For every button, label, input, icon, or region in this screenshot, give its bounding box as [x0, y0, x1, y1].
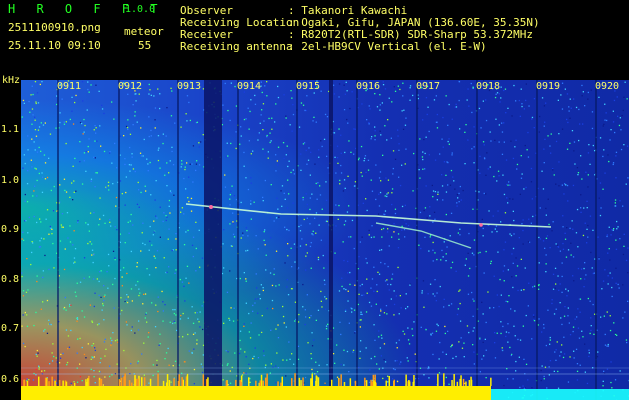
timestamp: 25.11.10 09:10 [8, 39, 101, 52]
signal-gap-band [204, 80, 222, 400]
time-tick-label: 0915 [296, 81, 321, 92]
time-tick-label: 0914 [237, 81, 262, 92]
frequency-tick-label: 0.6 [1, 374, 20, 385]
signal-gap-band [329, 80, 333, 400]
echo-trace-lower [375, 222, 472, 249]
file-name: 2511100910.png [8, 21, 101, 34]
time-tick-label: 0916 [356, 81, 381, 92]
time-tick-label: 0919 [536, 81, 561, 92]
meteor-label: meteor [124, 25, 164, 38]
spectrogram-plot [21, 80, 629, 400]
meteor-count: 55 [138, 39, 152, 52]
time-tick-label: 0920 [595, 81, 620, 92]
echo-trace-upper [185, 203, 552, 228]
spectrogram-canvas [21, 80, 629, 400]
time-tick-label: 0912 [118, 81, 143, 92]
frequency-tick-label: 1.1 [1, 124, 20, 135]
time-tick-label: 0911 [57, 81, 82, 92]
time-tick-label: 0918 [476, 81, 501, 92]
antenna-value: : 2el-HB9CV Vertical (el. E-W) [288, 40, 487, 53]
frequency-tick-label: 1.0 [1, 175, 20, 186]
frequency-unit-label: kHz [2, 75, 21, 86]
frequency-tick-label: 0.9 [1, 224, 20, 235]
time-tick-label: 0917 [416, 81, 441, 92]
echo-head [479, 223, 483, 227]
antenna-label: Receiving antenna [180, 40, 293, 53]
frequency-tick-label: 0.7 [1, 323, 20, 334]
echo-head [209, 205, 213, 209]
frequency-tick-label: 0.8 [1, 274, 20, 285]
time-tick-label: 0913 [177, 81, 202, 92]
header-panel: H R O F F T 1.0.0 2511100910.png 25.11.1… [0, 0, 629, 86]
app-version: 1.0.0 [125, 4, 156, 15]
